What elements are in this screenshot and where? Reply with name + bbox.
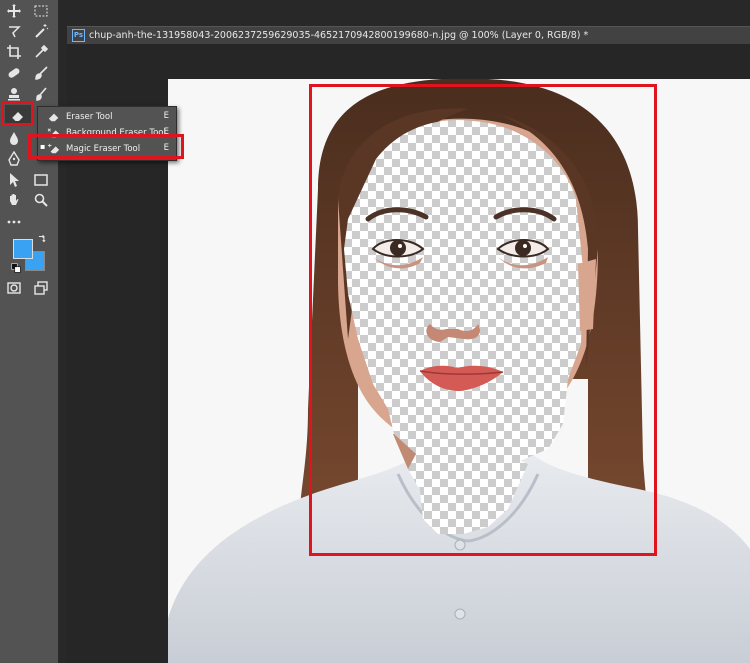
drop-icon <box>10 132 18 145</box>
lasso-icon <box>9 26 21 38</box>
hand-icon <box>10 194 19 205</box>
marquee-tool[interactable] <box>31 1 51 21</box>
blur-tool[interactable] <box>4 128 24 148</box>
magic-eraser-highlight <box>28 134 184 159</box>
magic-wand-tool[interactable] <box>31 21 51 41</box>
move-icon <box>7 4 21 18</box>
marquee-icon <box>34 5 48 17</box>
crop-icon <box>7 45 21 59</box>
eyedropper-tool[interactable] <box>31 42 51 62</box>
magic-wand-icon <box>35 24 49 38</box>
crop-tool[interactable] <box>4 42 24 62</box>
stamp-icon <box>8 88 20 101</box>
pen-tool[interactable] <box>4 149 24 169</box>
eraser-tool-highlight <box>1 101 34 126</box>
hand-tool[interactable] <box>4 190 24 210</box>
document-tab-title: chup-anh-the-131958043-2006237259629035-… <box>89 30 589 41</box>
brush-tool[interactable] <box>31 63 51 83</box>
quick-mask-button[interactable] <box>4 278 24 298</box>
quick-mask-icon <box>7 282 21 294</box>
selection-highlight-box <box>309 84 657 556</box>
swap-colors-icon[interactable] <box>37 234 47 244</box>
history-brush-tool[interactable] <box>31 84 51 104</box>
path-selection-tool[interactable] <box>4 170 24 190</box>
photoshop-file-icon: Ps <box>72 29 85 42</box>
foreground-color-swatch[interactable] <box>13 239 33 259</box>
lasso-tool[interactable] <box>4 21 24 41</box>
history-brush-icon <box>36 87 47 101</box>
eraser-icon <box>48 113 59 121</box>
move-tool[interactable] <box>4 1 24 21</box>
rectangle-icon <box>34 174 48 186</box>
ellipsis-icon <box>7 220 21 224</box>
rectangle-tool[interactable] <box>31 170 51 190</box>
eyedropper-icon <box>35 44 49 58</box>
document-tab[interactable]: Ps chup-anh-the-131958043-20062372596290… <box>72 27 588 44</box>
magnifier-icon <box>34 193 48 207</box>
pen-icon <box>8 151 20 166</box>
document-tab-bar: Ps chup-anh-the-131958043-20062372596290… <box>67 26 750 44</box>
more-tools[interactable] <box>4 212 24 232</box>
arrow-pointer-icon <box>10 173 19 187</box>
brush-icon <box>35 66 48 80</box>
healing-brush-tool[interactable] <box>4 63 24 83</box>
zoom-tool[interactable] <box>31 190 51 210</box>
bandage-icon <box>8 68 20 78</box>
default-colors-icon[interactable] <box>11 263 21 273</box>
screen-mode-icon <box>34 281 48 295</box>
tools-panel <box>0 0 59 663</box>
menu-item-eraser-tool[interactable]: Eraser Tool E <box>38 109 176 124</box>
screen-mode-button[interactable] <box>31 278 51 298</box>
